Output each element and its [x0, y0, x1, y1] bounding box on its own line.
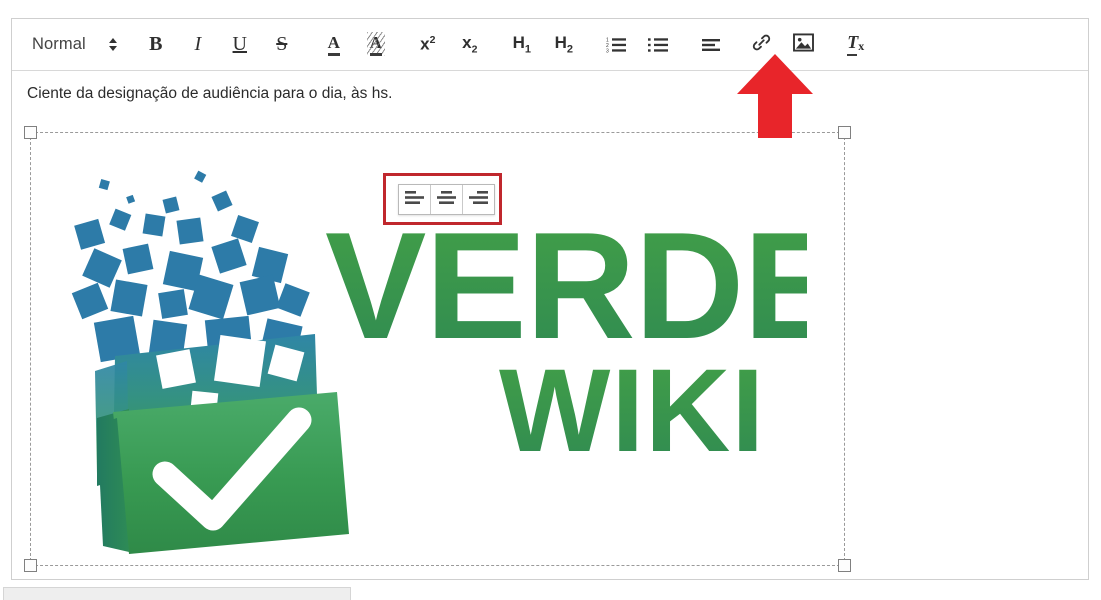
align-icon — [699, 38, 721, 52]
heading-2-button[interactable]: H2 — [551, 30, 577, 60]
text-color-icon: A — [327, 34, 341, 56]
bold-button[interactable]: B — [143, 30, 169, 60]
align-left-icon — [405, 190, 424, 210]
bold-icon: B — [149, 33, 163, 55]
screen-root: Normal B I U S A A x2 x2 H1 H2 1 2 3 Tx … — [0, 0, 1101, 600]
resize-handle-bottom-left[interactable] — [24, 559, 37, 572]
underline-button[interactable]: U — [227, 30, 253, 60]
strikethrough-button[interactable]: S — [269, 30, 295, 60]
style-picker-label: Normal — [32, 35, 86, 53]
align-left-button[interactable] — [399, 185, 431, 214]
heading-2-icon: H2 — [554, 33, 573, 56]
align-button[interactable] — [697, 30, 723, 60]
style-picker[interactable]: Normal — [32, 30, 117, 60]
link-icon — [751, 32, 772, 58]
bullet-list-icon — [647, 36, 668, 53]
ordered-list-button[interactable]: 1 2 3 — [603, 30, 629, 60]
strikethrough-icon: S — [276, 33, 288, 55]
subscript-icon: x2 — [462, 33, 478, 56]
underline-icon: U — [232, 33, 247, 55]
updown-caret-icon — [108, 38, 117, 51]
superscript-icon: x2 — [420, 34, 436, 54]
align-center-icon — [437, 190, 456, 210]
heading-1-button[interactable]: H1 — [509, 30, 535, 60]
resize-handle-bottom-right[interactable] — [838, 559, 851, 572]
ordered-list-icon: 1 2 3 — [606, 36, 626, 53]
link-button[interactable] — [749, 30, 775, 60]
heading-1-icon: H1 — [512, 33, 531, 56]
bullet-list-button[interactable] — [645, 30, 671, 60]
align-right-icon — [469, 190, 488, 210]
resize-handle-top-right[interactable] — [838, 126, 851, 139]
clear-format-button[interactable]: Tx — [843, 30, 869, 60]
editor-canvas[interactable]: Ciente da designação de audiência para o… — [12, 71, 1088, 579]
resize-handle-top-left[interactable] — [24, 126, 37, 139]
highlight-color-button[interactable]: A — [363, 30, 389, 60]
subscript-button[interactable]: x2 — [457, 30, 483, 60]
image-icon — [793, 32, 815, 57]
align-right-button[interactable] — [463, 185, 494, 214]
clear-format-icon: Tx — [847, 32, 864, 57]
superscript-button[interactable]: x2 — [415, 30, 441, 60]
image-align-toolbar — [398, 184, 495, 215]
rich-text-editor: Normal B I U S A A x2 x2 H1 H2 1 2 3 Tx … — [11, 18, 1089, 580]
insert-image-button[interactable] — [791, 30, 817, 60]
document-paragraph[interactable]: Ciente da designação de audiência para o… — [27, 85, 392, 103]
editor-toolbar: Normal B I U S A A x2 x2 H1 H2 1 2 3 Tx — [12, 19, 1088, 71]
italic-button[interactable]: I — [185, 30, 211, 60]
svg-text:3: 3 — [606, 48, 609, 53]
window-bottom-bar — [3, 587, 351, 600]
text-color-button[interactable]: A — [321, 30, 347, 60]
italic-icon: I — [194, 33, 202, 55]
highlight-color-icon: A — [366, 31, 386, 56]
align-center-button[interactable] — [431, 185, 463, 214]
